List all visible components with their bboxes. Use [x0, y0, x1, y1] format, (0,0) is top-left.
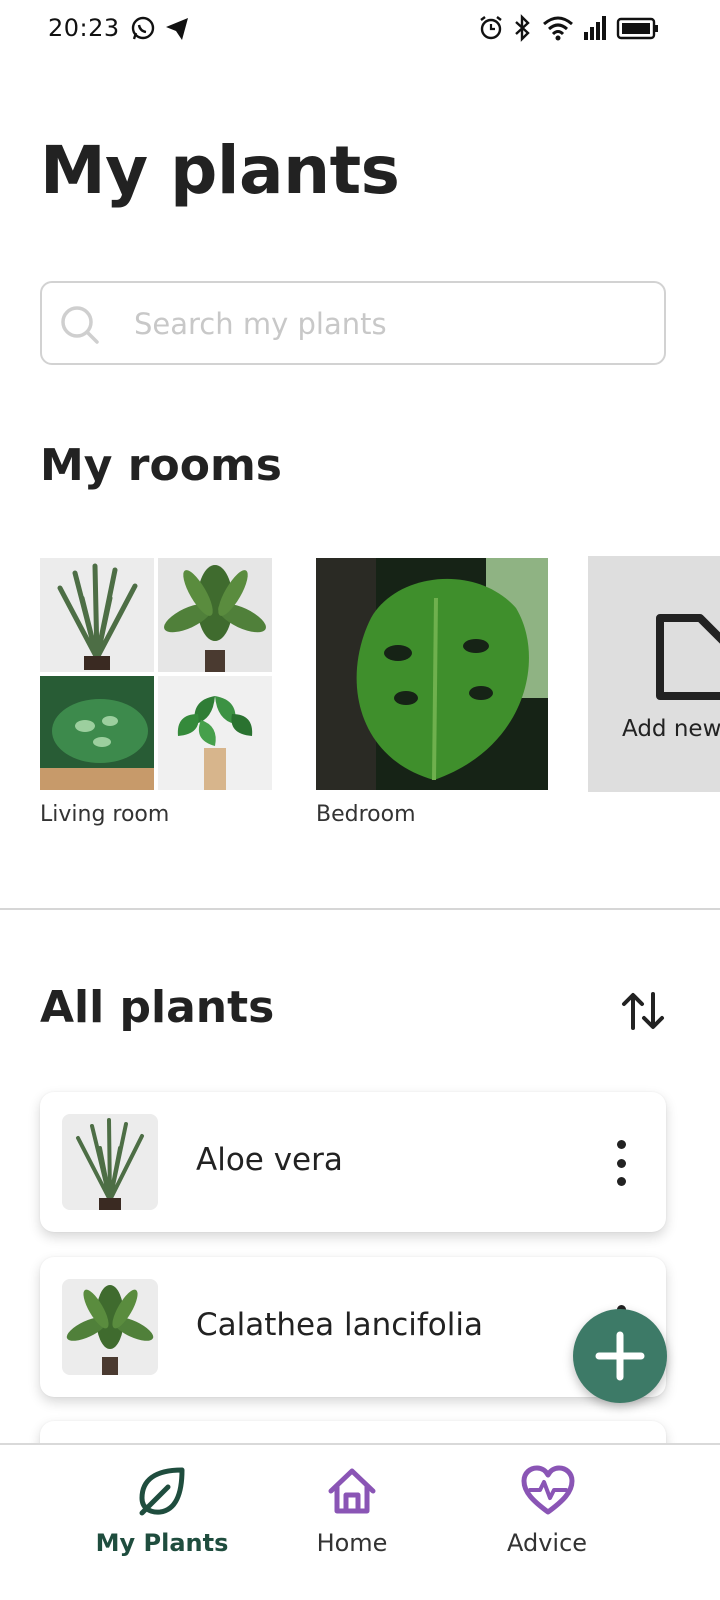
room-thumbnail-grid [40, 558, 272, 790]
page-title: My plants [40, 132, 400, 209]
search-bar[interactable] [40, 281, 666, 365]
status-time: 20:23 [48, 14, 120, 42]
nav-item-advice[interactable]: Advice [427, 1445, 667, 1600]
status-bar: 20:23 [0, 0, 720, 60]
add-room-label: Add new [622, 716, 720, 742]
monstera-adansonii-photo [40, 676, 154, 790]
plant-thumbnail [62, 1114, 158, 1210]
monstera-photo [316, 558, 548, 790]
room-label: Bedroom [316, 802, 416, 827]
wifi-icon [542, 14, 574, 46]
new-folder-icon [656, 614, 720, 700]
room-card-living-room[interactable]: Living room [40, 558, 272, 827]
telegram-icon [164, 14, 190, 46]
bluetooth-icon [512, 14, 534, 46]
room-label: Living room [40, 802, 170, 827]
plant-thumbnail [62, 1279, 158, 1375]
home-icon [328, 1468, 376, 1514]
plant-card-aloe-vera[interactable]: Aloe vera [40, 1092, 666, 1232]
search-icon [61, 306, 99, 344]
plant-name: Calathea lancifolia [196, 1307, 483, 1343]
room-card-bedroom[interactable]: Bedroom [316, 558, 548, 827]
leaf-icon [139, 1467, 185, 1516]
heart-pulse-icon [521, 1465, 575, 1515]
signal-icon [582, 14, 608, 46]
more-options-icon[interactable] [606, 1140, 636, 1186]
calathea-photo [158, 558, 272, 672]
add-room-button[interactable]: Add new [588, 556, 720, 792]
alarm-icon [478, 14, 504, 46]
bottom-nav: My Plants Home Advice [0, 1443, 720, 1600]
search-input[interactable] [134, 301, 644, 347]
nav-label: Advice [506, 1529, 588, 1557]
plant-card-calathea-lancifolia[interactable]: Calathea lancifolia [40, 1257, 666, 1397]
aloe-photo [40, 558, 154, 672]
plus-icon [595, 1331, 645, 1381]
battery-icon [616, 14, 660, 46]
rooms-section-title: My rooms [40, 440, 282, 491]
plant-name: Aloe vera [196, 1142, 343, 1178]
sort-icon [622, 992, 664, 1030]
add-plant-button[interactable] [573, 1309, 667, 1403]
whatsapp-icon [130, 14, 156, 46]
philodendron-photo [158, 676, 272, 790]
sort-button[interactable] [618, 986, 668, 1036]
section-divider [0, 908, 720, 910]
plants-section-title: All plants [40, 982, 275, 1033]
